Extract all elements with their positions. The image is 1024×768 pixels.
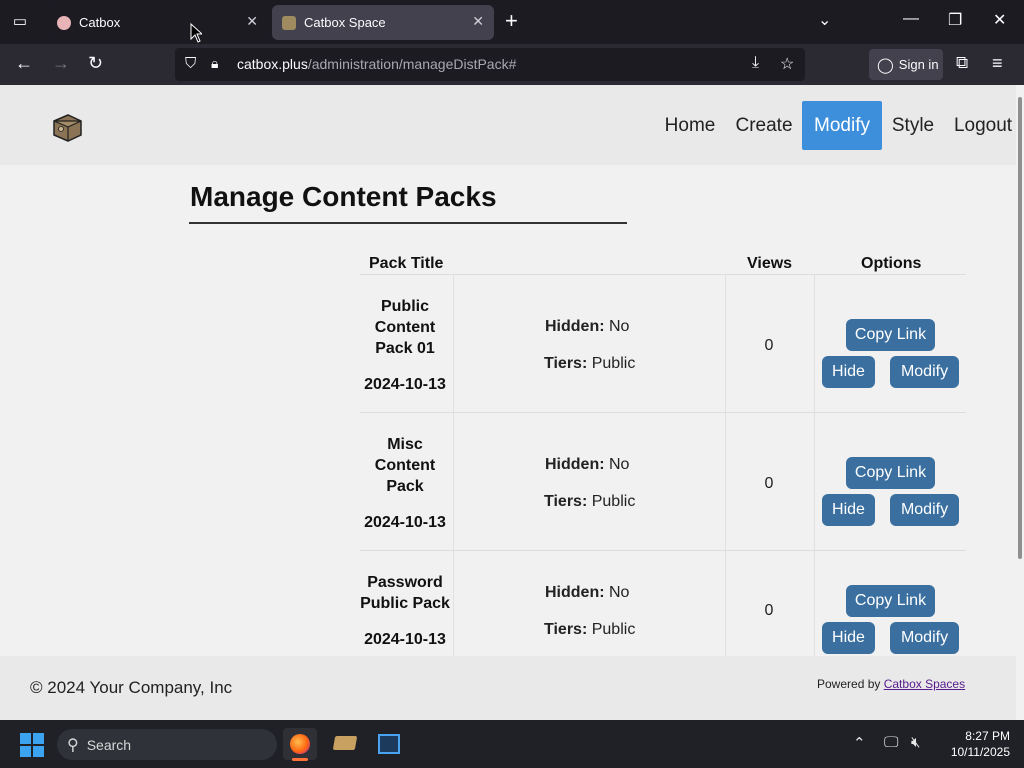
- tiers-status: Tiers: Public: [544, 621, 636, 638]
- reload-icon[interactable]: ↻: [88, 53, 103, 74]
- restore-icon[interactable]: ❐: [948, 10, 962, 30]
- clock-date: 10/11/2025: [950, 745, 1010, 759]
- site-footer: © 2024 Your Company, Inc Powered by Catb…: [0, 656, 1016, 720]
- copyright-text: © 2024 Your Company, Inc: [30, 678, 233, 697]
- row-divider: [360, 550, 966, 551]
- search-placeholder: Search: [86, 736, 132, 753]
- pack-date: 2024-10-13: [364, 514, 446, 531]
- powered-by-text: Powered by Catbox Spaces: [817, 677, 966, 691]
- web-page: Home Create Modify Style Logout Manage C…: [0, 85, 1016, 720]
- column-divider: [453, 275, 454, 656]
- app-menu-icon[interactable]: ≡: [992, 53, 1003, 74]
- catbox-favicon-icon: [57, 15, 71, 30]
- clock-time: 8:27 PM: [965, 729, 1010, 743]
- lock-icon[interactable]: 🔒︎: [211, 55, 218, 72]
- catbox-logo-icon[interactable]: [50, 111, 84, 143]
- windows-start-icon[interactable]: [20, 733, 44, 757]
- sign-in-label: Sign in: [898, 57, 939, 72]
- site-header: Home Create Modify Style Logout: [0, 85, 1016, 165]
- minimize-icon[interactable]: —: [903, 10, 919, 28]
- hidden-status: Hidden: No: [545, 456, 630, 473]
- close-tab-icon[interactable]: ✕: [472, 13, 484, 30]
- mouse-cursor-icon: [190, 23, 202, 43]
- tiers-status: Tiers: Public: [544, 355, 636, 372]
- close-window-icon[interactable]: ✕: [993, 10, 1006, 30]
- taskbar-search[interactable]: ⚲ Search: [57, 729, 277, 760]
- windows-taskbar: ⚲ Search ⌃ 🖵︎ 🔇︎ 8:27 PM 10/11/2025: [0, 720, 1024, 768]
- account-icon: ◯: [877, 56, 894, 74]
- table-divider: [360, 274, 966, 275]
- nav-create[interactable]: Create: [731, 101, 797, 150]
- file-manager-app-icon[interactable]: [328, 728, 362, 760]
- hidden-status: Hidden: No: [545, 318, 630, 335]
- pack-date: 2024-10-13: [364, 631, 446, 648]
- close-tab-icon[interactable]: ✕: [246, 13, 258, 30]
- forward-icon[interactable]: →: [52, 53, 70, 74]
- tab-list-icon[interactable]: ▭: [10, 12, 30, 32]
- column-header-pack-title: Pack Title: [369, 255, 444, 272]
- copy-link-button[interactable]: Copy Link: [846, 585, 935, 617]
- tab-title: Catbox: [79, 15, 121, 30]
- browser-tab-bar: ▭ Catbox ✕ Catbox Space ✕ + ⌄ — ❐ ✕: [0, 0, 1024, 44]
- catbox-spaces-link[interactable]: Catbox Spaces: [884, 677, 965, 691]
- url-text[interactable]: catbox.plus/administration/manageDistPac…: [237, 56, 516, 72]
- search-icon: ⚲: [67, 736, 79, 754]
- column-divider: [725, 275, 726, 656]
- browser-tab-catbox-space[interactable]: Catbox Space ✕: [272, 5, 494, 40]
- network-icon[interactable]: 🖵︎: [884, 734, 898, 751]
- page-scrollbar[interactable]: [1016, 85, 1024, 720]
- save-page-icon[interactable]: ⤓: [752, 54, 759, 72]
- modify-button[interactable]: Modify: [890, 622, 959, 654]
- new-tab-icon[interactable]: +: [505, 8, 518, 34]
- tiers-status: Tiers: Public: [544, 493, 636, 510]
- pack-title: Public Content Pack 01: [374, 298, 436, 357]
- tab-title: Catbox Space: [304, 15, 386, 30]
- bookmark-star-icon[interactable]: ☆: [780, 54, 794, 74]
- view-count: 0: [764, 602, 774, 619]
- back-icon[interactable]: ←: [15, 53, 33, 74]
- hide-button[interactable]: Hide: [822, 494, 875, 526]
- nav-logout[interactable]: Logout: [948, 101, 1016, 150]
- system-clock[interactable]: 8:27 PM 10/11/2025: [940, 728, 1010, 760]
- copy-link-button[interactable]: Copy Link: [846, 457, 935, 489]
- sign-in-button[interactable]: ◯ Sign in: [869, 49, 943, 80]
- nav-home[interactable]: Home: [660, 101, 720, 150]
- hide-button[interactable]: Hide: [822, 356, 875, 388]
- row-divider: [360, 412, 966, 413]
- view-count: 0: [764, 475, 774, 492]
- copy-link-button[interactable]: Copy Link: [846, 319, 935, 351]
- browser-tab-catbox[interactable]: Catbox ✕: [47, 5, 268, 40]
- video-editor-app-icon[interactable]: [372, 728, 406, 760]
- view-count: 0: [764, 337, 774, 354]
- modify-button[interactable]: Modify: [890, 494, 959, 526]
- firefox-icon[interactable]: [283, 728, 317, 761]
- volume-muted-icon[interactable]: 🔇︎: [911, 734, 920, 751]
- hide-button[interactable]: Hide: [822, 622, 875, 654]
- browser-nav-bar: ← → ↻ ⛉ 🔒︎ catbox.plus/administration/ma…: [0, 44, 1024, 85]
- pack-date: 2024-10-13: [364, 376, 446, 393]
- page-title: Manage Content Packs: [190, 181, 497, 212]
- scrollbar-thumb[interactable]: [1018, 97, 1022, 559]
- column-header-views: Views: [747, 255, 793, 272]
- show-hidden-icons-icon[interactable]: ⌃: [853, 734, 866, 752]
- catbox-space-favicon-icon: [282, 15, 296, 30]
- modify-button[interactable]: Modify: [890, 356, 959, 388]
- column-divider: [814, 275, 815, 656]
- nav-modify[interactable]: Modify: [802, 101, 882, 150]
- pack-title: Password Public Pack: [360, 574, 450, 612]
- hidden-status: Hidden: No: [545, 584, 630, 601]
- title-divider: [189, 222, 627, 224]
- pack-title: Misc Content Pack: [374, 436, 436, 495]
- address-bar[interactable]: ⛉ 🔒︎ catbox.plus/administration/manageDi…: [175, 48, 805, 81]
- list-all-tabs-icon[interactable]: ⌄: [818, 10, 831, 30]
- tracking-protection-icon[interactable]: ⛉: [185, 55, 196, 72]
- nav-style[interactable]: Style: [887, 101, 939, 150]
- extensions-icon[interactable]: ⧉: [956, 53, 968, 73]
- column-header-options: Options: [861, 255, 922, 272]
